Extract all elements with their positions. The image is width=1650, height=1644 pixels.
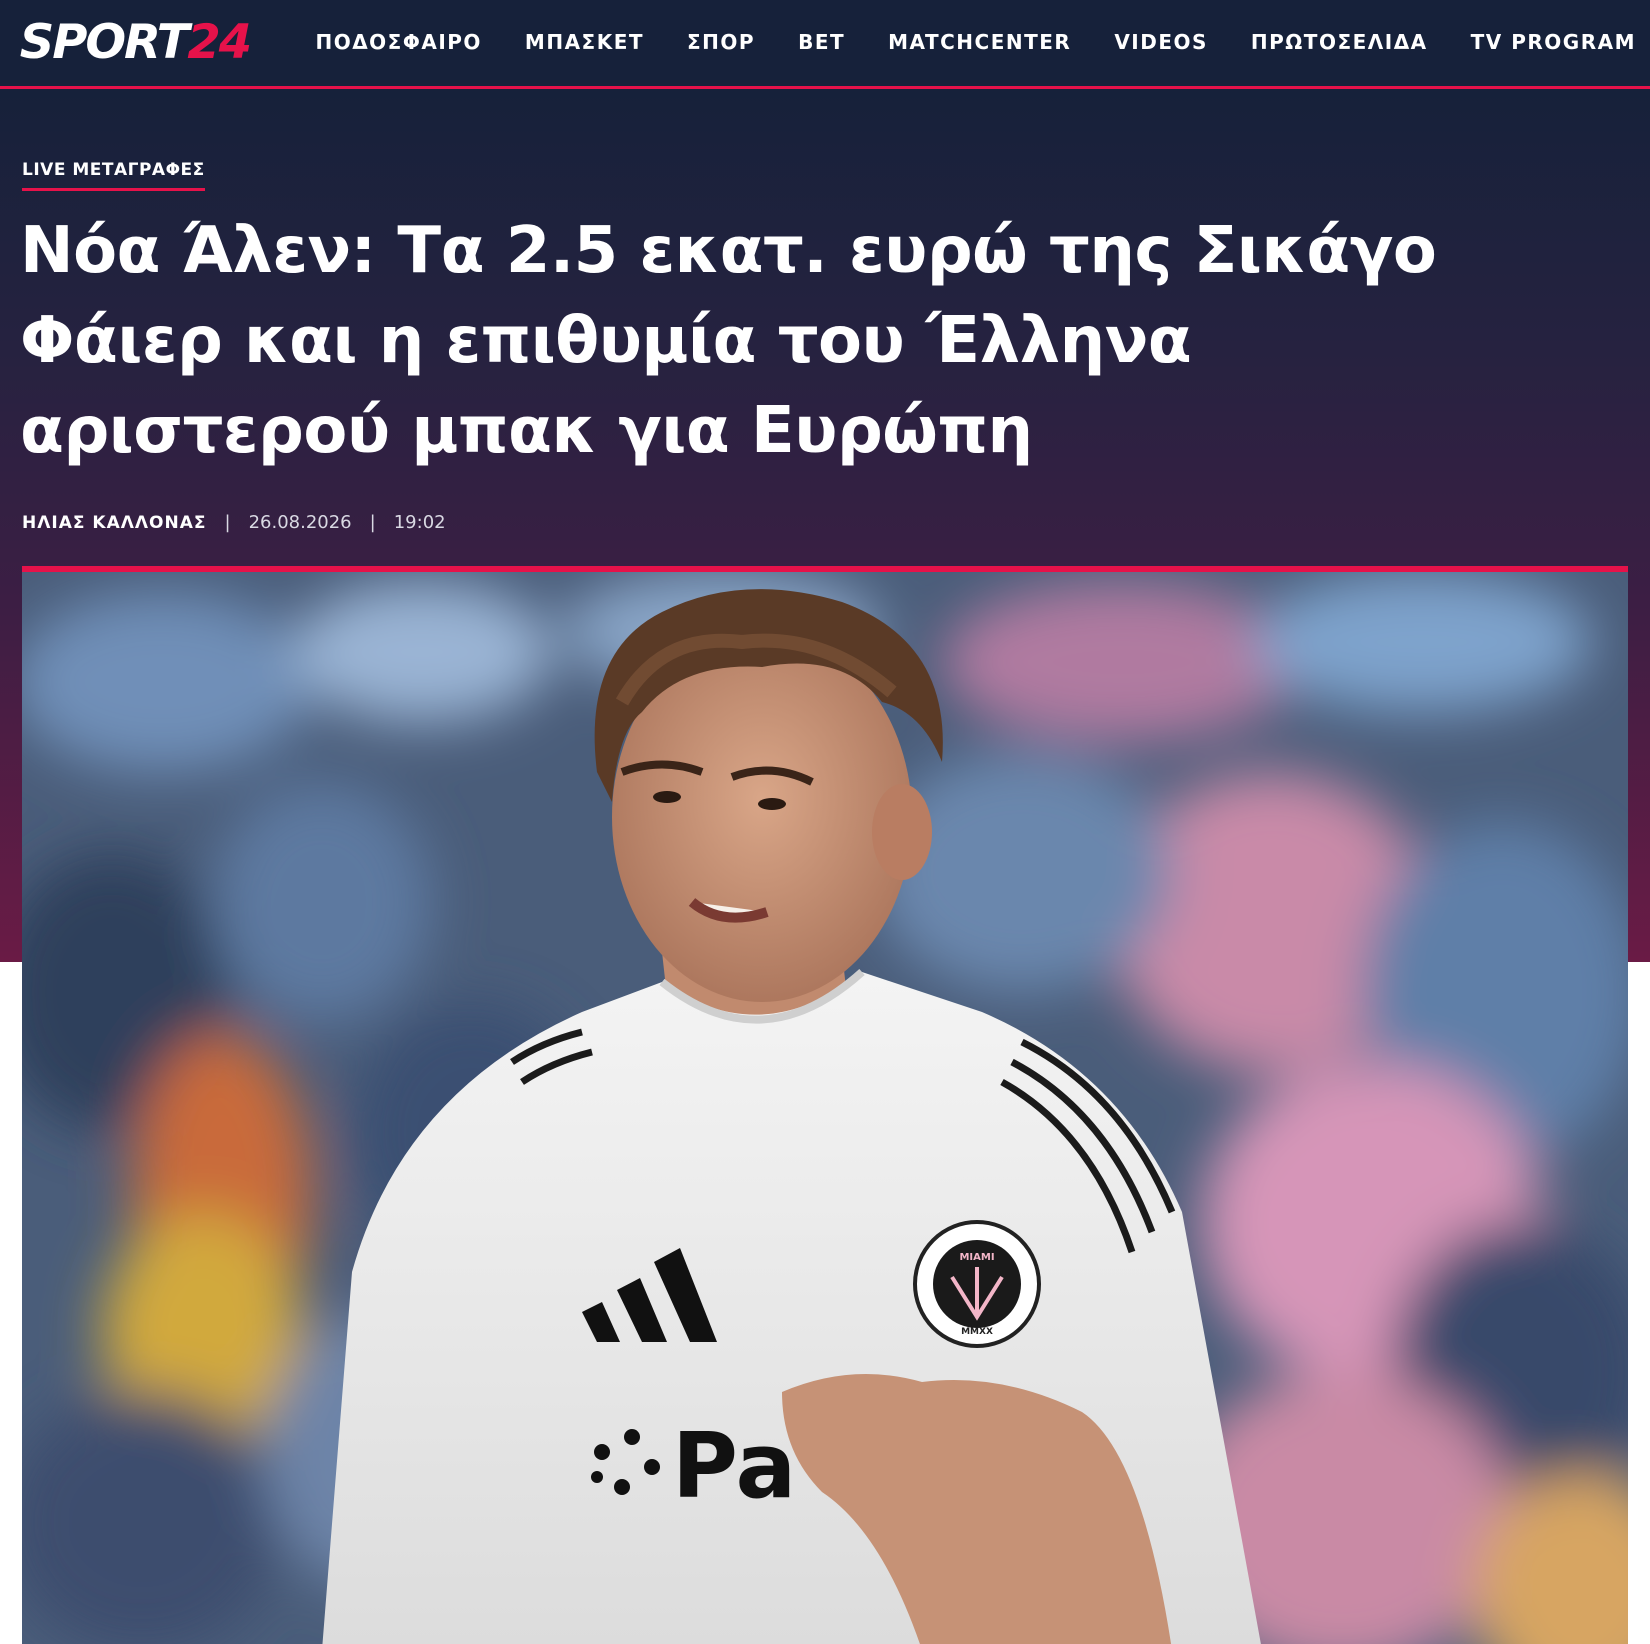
nav-item-basketball[interactable]: ΜΠΑΣΚΕΤ: [525, 30, 644, 54]
meta-separator: |: [224, 512, 231, 533]
article-date: 26.08.2026: [248, 512, 352, 533]
crest-bottom-text: MMXX: [961, 1327, 993, 1337]
article-title-line: Νόα Άλεν: Τα 2.5 εκατ. ευρώ της Σικάγο: [20, 214, 1437, 288]
nav-item-videos[interactable]: VIDEOS: [1114, 30, 1208, 54]
logo-text-sport: SPORT: [19, 15, 190, 70]
meta-separator: |: [369, 512, 376, 533]
nav-item-tv-program[interactable]: TV PROGRAM: [1471, 30, 1636, 54]
nav-item-bet[interactable]: BET: [798, 30, 845, 54]
player-photo-illustration: MIAMI MMXX Pa: [22, 572, 1628, 1644]
site-logo[interactable]: SPORT24: [19, 15, 252, 70]
article-title: Νόα Άλεν: Τα 2.5 εκατ. ευρώ της Σικάγο Φ…: [20, 206, 1450, 476]
article-meta: ΗΛΙΑΣ ΚΑΛΛΟΝΑΣ | 26.08.2026 | 19:02: [22, 512, 446, 533]
article-category-link[interactable]: LIVE ΜΕΤΑΓΡΑΦΕΣ: [22, 160, 205, 191]
crest-name: MIAMI: [959, 1252, 994, 1263]
nav-item-football[interactable]: ΠΟΔΟΣΦΑΙΡΟ: [315, 30, 481, 54]
sponsor-text: Pa: [672, 1414, 796, 1519]
nav-item-sports[interactable]: ΣΠΟΡ: [687, 30, 755, 54]
top-navigation-bar: SPORT24 ΠΟΔΟΣΦΑΙΡΟ ΜΠΑΣΚΕΤ ΣΠΟΡ BET MATC…: [0, 0, 1650, 89]
main-nav: ΠΟΔΟΣΦΑΙΡΟ ΜΠΑΣΚΕΤ ΣΠΟΡ BET MATCHCENTER …: [272, 0, 1636, 84]
club-crest-icon: MIAMI MMXX: [913, 1220, 1041, 1348]
nav-item-matchcenter[interactable]: MATCHCENTER: [888, 30, 1071, 54]
article-title-line: Φάιερ και η επιθυμία του Έλληνα: [20, 304, 1192, 378]
nav-item-front-pages[interactable]: ΠΡΩΤΟΣΕΛΙΔΑ: [1251, 30, 1428, 54]
article-title-line: αριστερού μπακ για Ευρώπη: [20, 394, 1033, 468]
logo-text-24: 24: [187, 15, 252, 70]
article-main-photo: MIAMI MMXX Pa: [22, 566, 1628, 1644]
article-time: 19:02: [393, 512, 446, 533]
article-author[interactable]: ΗΛΙΑΣ ΚΑΛΛΟΝΑΣ: [22, 513, 207, 533]
